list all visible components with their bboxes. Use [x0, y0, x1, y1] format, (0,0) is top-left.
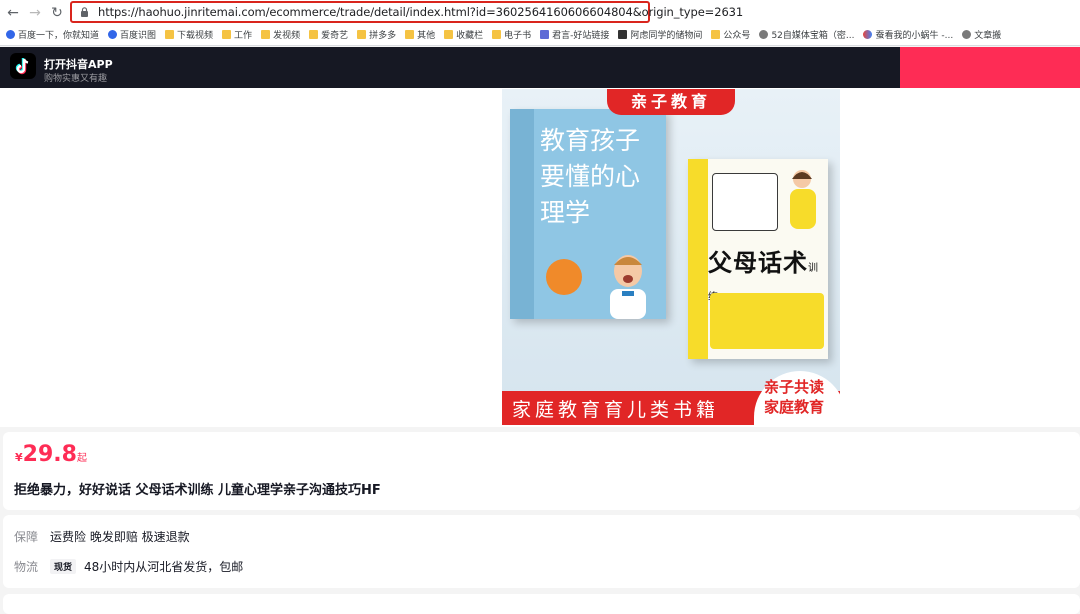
app-download-banner[interactable]: 打开抖音APP 购物实惠又有趣 [0, 47, 1080, 88]
bookmark-item[interactable]: 发视频 [261, 26, 301, 45]
price-card: ¥29.8起 拒绝暴力，好好说话 父母话术训练 儿童心理学亲子沟通技巧HF [3, 432, 1080, 510]
bookmark-item[interactable]: 工作 [222, 26, 253, 45]
url-text[interactable]: https://haohuo.jinritemai.com/ecommerce/… [98, 5, 743, 19]
bookmark-label: 爱奇艺 [321, 31, 349, 41]
next-section-card [3, 594, 1080, 614]
bookmark-item[interactable]: 爱奇艺 [309, 26, 349, 45]
book-cover-parenting-talk: 父母话术训练 [688, 159, 828, 359]
bookmark-label: 文章搬 [974, 31, 1002, 41]
product-price: ¥29.8起 [15, 442, 87, 467]
logistics-row: 现货 48小时内从河北省发货，包邮 [50, 558, 243, 575]
folder-icon [261, 30, 271, 39]
product-image-area: 教育孩子要懂的心理学 父母话术训练 亲子教育 家庭教育育儿类书籍 [0, 88, 1080, 427]
service-info-card[interactable]: 保障 运费险 晚发即赔 极速退款 物流 现货 48小时内从河北省发货，包邮 [3, 515, 1080, 588]
bookmark-item[interactable]: 文章搬 [962, 26, 1002, 45]
folder-icon [165, 30, 175, 39]
bookmark-label: 百度一下，你就知道 [18, 31, 100, 41]
bookmark-item[interactable]: 52自媒体宝箱（密... [759, 26, 855, 45]
guarantee-label: 保障 [14, 530, 39, 544]
bookmark-item[interactable]: 电子书 [492, 26, 532, 45]
guarantee-value: 运费险 晚发即赔 极速退款 [50, 530, 190, 544]
douyin-logo-icon [10, 53, 36, 79]
folder-icon [492, 30, 502, 39]
bookmark-item[interactable]: 收藏栏 [444, 26, 484, 45]
product-main-image[interactable]: 教育孩子要懂的心理学 父母话术训练 亲子教育 家庭教育育儿类书籍 [502, 89, 840, 425]
bookmark-label: 电子书 [504, 31, 532, 41]
bookmark-item[interactable]: 阿虑同学的储物间 [618, 26, 703, 45]
folder-icon [405, 30, 415, 39]
address-bar[interactable]: https://haohuo.jinritemai.com/ecommerce/… [70, 1, 743, 23]
folder-icon [309, 30, 319, 39]
bookmark-label: 蚕看我的小蜗牛 -... [875, 31, 954, 41]
bookmark-label: 52自媒体宝箱（密... [771, 31, 855, 41]
bookmark-label: 工作 [234, 31, 253, 41]
lock-icon [81, 7, 88, 17]
bookmark-item[interactable]: 蚕看我的小蜗牛 -... [863, 26, 954, 45]
multi-icon [863, 30, 873, 39]
bookmark-label: 君言-好站链接 [552, 31, 610, 41]
bookmarks-bar: 百度一下，你就知道 百度识图 下载视频 工作 发视频 爱奇艺 拼多多 其他 收藏栏 电子书 君言-好… [0, 26, 1080, 46]
bookmark-label: 收藏栏 [456, 31, 484, 41]
open-app-button[interactable] [900, 47, 1080, 88]
folder-icon [444, 30, 454, 39]
dark-icon [618, 30, 628, 39]
folder-icon [357, 30, 367, 39]
bookmark-item[interactable]: 下载视频 [165, 26, 214, 45]
book1-badge [546, 259, 582, 295]
bookmark-item[interactable]: 拼多多 [357, 26, 397, 45]
in-stock-badge: 现货 [50, 559, 77, 574]
back-arrow-icon[interactable]: ← [4, 4, 22, 22]
reload-icon[interactable]: ↻ [48, 4, 66, 22]
child-illustration [610, 255, 646, 319]
bookmark-label: 阿虑同学的储物间 [630, 31, 703, 41]
chrome-icon [962, 30, 972, 39]
bookmark-item[interactable]: 公众号 [711, 26, 751, 45]
bookmark-label: 下载视频 [177, 31, 214, 41]
book-cover-psychology: 教育孩子要懂的心理学 [510, 109, 666, 319]
img-icon [540, 30, 550, 39]
bookmark-label: 发视频 [273, 31, 301, 41]
logistics-value: 48小时内从河北省发货，包邮 [84, 560, 244, 574]
bookmark-label: 公众号 [723, 31, 751, 41]
bookmark-label: 拼多多 [369, 31, 397, 41]
bookmark-item[interactable]: 其他 [405, 26, 436, 45]
image-caption: 家庭教育育儿类书籍 [512, 399, 720, 421]
bookmark-label: 百度识图 [120, 31, 157, 41]
bookmark-item[interactable]: 君言-好站链接 [540, 26, 610, 45]
paw-icon [6, 30, 15, 39]
app-banner-subtitle: 购物实惠又有趣 [44, 74, 108, 84]
image-badge: 亲子共读 家庭教育 [764, 378, 825, 416]
bookmark-item[interactable]: 百度一下，你就知道 [6, 26, 100, 45]
folder-icon [222, 30, 232, 39]
paw-icon [108, 30, 118, 39]
app-banner-title: 打开抖音APP [44, 58, 113, 71]
book1-title: 教育孩子要懂的心理学 [540, 126, 641, 227]
browser-toolbar: ← → ↻ https://haohuo.jinritemai.com/ecom… [0, 0, 1080, 26]
logistics-label: 物流 [14, 560, 39, 574]
chrome-icon [759, 30, 769, 39]
category-tag: 亲子教育 [607, 89, 735, 115]
forward-arrow-icon[interactable]: → [26, 4, 44, 22]
folder-icon [711, 30, 721, 39]
product-title: 拒绝暴力，好好说话 父母话术训练 儿童心理学亲子沟通技巧HF [14, 483, 381, 498]
bookmark-item[interactable]: 百度识图 [108, 26, 157, 45]
bookmark-label: 其他 [417, 31, 436, 41]
mother-child-illustration [790, 170, 816, 229]
